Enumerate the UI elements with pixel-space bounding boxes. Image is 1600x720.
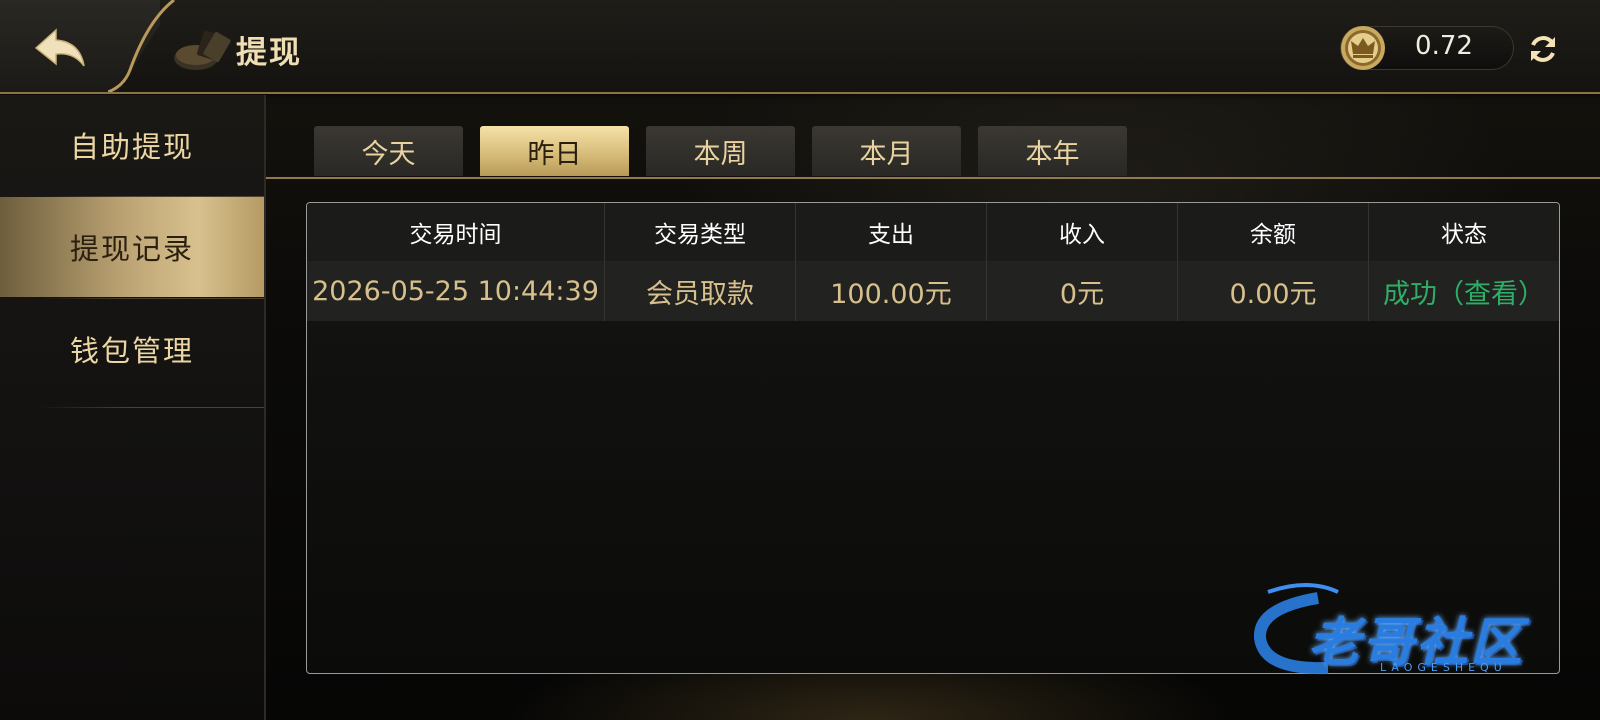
tab-label: 本月 — [859, 138, 914, 170]
page-title: 提现 — [236, 35, 302, 71]
cell-type: 会员取款 — [605, 261, 796, 321]
column-header-balance: 余额 — [1178, 203, 1369, 261]
status-view-link[interactable]: 成功（查看） — [1369, 261, 1559, 321]
column-header-status: 状态 — [1441, 222, 1487, 248]
watermark-subtext: LAOGESHEQU — [1380, 661, 1507, 674]
cell-income: 0元 — [987, 261, 1178, 321]
balance-value: 0.72 — [1415, 31, 1473, 61]
cell-expense: 100.00元 — [796, 261, 987, 321]
tab-label: 今天 — [361, 138, 416, 170]
column-header-type: 交易类型 — [605, 203, 796, 261]
cell-balance: 0.00元 — [1178, 261, 1369, 321]
crown-coin-icon — [1341, 26, 1385, 70]
top-bar: 提现 0.72 — [0, 0, 1600, 94]
table-header-row: 交易时间 交易类型 支出 收入 余额 状态 — [307, 203, 1559, 261]
sidebar: 自助提现 提现记录 钱包管理 — [0, 95, 266, 720]
tab-this-year[interactable]: 本年 — [978, 126, 1127, 176]
cell-time: 2026-05-25 10:44:39 — [307, 261, 605, 321]
table-row: 2026-05-25 10:44:39 会员取款 100.00元 0元 0.00… — [307, 261, 1559, 321]
sidebar-item-withdraw-records[interactable]: 提现记录 — [0, 197, 264, 297]
sidebar-divider — [40, 407, 264, 408]
refresh-button[interactable] — [1526, 32, 1560, 66]
tab-label: 本年 — [1025, 138, 1080, 170]
tab-label: 昨日 — [527, 138, 582, 170]
sidebar-item-self-withdraw[interactable]: 自助提现 — [0, 95, 264, 195]
refresh-icon — [1531, 36, 1555, 62]
column-header-expense: 支出 — [796, 203, 987, 261]
sidebar-item-label: 钱包管理 — [69, 334, 194, 368]
column-header-income: 收入 — [987, 203, 1178, 261]
tabs-underline — [266, 177, 1600, 179]
tab-today[interactable]: 今天 — [314, 126, 463, 176]
cards-chips-decoration-icon — [174, 30, 231, 70]
back-button[interactable] — [30, 24, 90, 72]
tab-yesterday[interactable]: 昨日 — [480, 126, 629, 176]
sidebar-item-label: 提现记录 — [69, 232, 194, 266]
back-arrow-icon — [34, 28, 85, 67]
tab-this-month[interactable]: 本月 — [812, 126, 961, 176]
tab-this-week[interactable]: 本周 — [646, 126, 795, 176]
sidebar-item-label: 自助提现 — [69, 130, 194, 164]
tab-label: 本周 — [693, 138, 748, 170]
column-header-time: 交易时间 — [307, 203, 605, 261]
sidebar-item-wallet-management[interactable]: 钱包管理 — [0, 299, 264, 399]
